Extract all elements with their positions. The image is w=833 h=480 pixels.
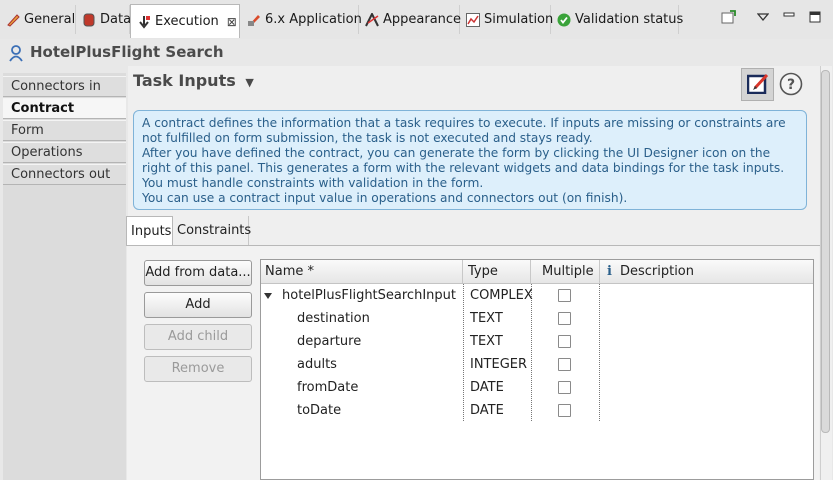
row-name[interactable]: fromDate [297,380,358,395]
nav-item-connectors-out[interactable]: Connectors out [3,164,126,185]
page-title: HotelPlusFlight Search [30,43,224,61]
multiple-checkbox[interactable] [558,404,571,417]
multiple-checkbox[interactable] [558,312,571,325]
tab-execution[interactable]: Execution ⊠ [130,4,240,38]
add-from-data-button[interactable]: Add from data... [144,260,252,286]
column-header-type[interactable]: Type [468,264,498,279]
section-heading[interactable]: Task Inputs ▼ [133,71,254,90]
info-line: right of this panel. This generates a fo… [142,161,785,175]
nav-item-operations[interactable]: Operations [3,142,126,163]
tab-inputs[interactable]: Inputs [126,216,173,245]
row-name[interactable]: toDate [297,403,341,418]
database-icon [82,13,96,27]
tab-data[interactable]: Data [76,5,132,34]
tab-label: Data [100,12,132,27]
maximize-icon[interactable] [806,8,824,26]
row-name[interactable]: departure [297,334,361,349]
info-line: A contract defines the information that … [142,116,786,130]
tab-label: Execution [155,14,219,29]
column-header-description-label: Description [619,264,694,279]
column-separator [599,260,600,283]
scrollbar-thumb[interactable] [821,70,830,433]
multiple-checkbox[interactable] [558,381,571,394]
contract-info-box: A contract defines the information that … [133,110,807,210]
user-icon [8,44,24,66]
column-header-name[interactable]: Name * [265,264,314,279]
row-name[interactable]: adults [297,357,337,372]
column-separator [462,260,463,283]
chart-icon [466,12,480,27]
tab-label: 6.x Application [265,12,362,27]
svg-text:?: ? [787,77,795,93]
nav-item-contract[interactable]: Contract [3,98,126,119]
tab-label: General [24,12,76,27]
nav-item-connectors-in[interactable]: Connectors in [3,76,126,97]
tab-label: Appearance [383,12,462,27]
pencil-icon [6,13,20,27]
row-type[interactable]: DATE [470,380,504,395]
execution-arrow-icon [137,15,151,29]
row-name[interactable]: destination [297,311,370,326]
tab-validation-status[interactable]: Validation status [551,5,683,34]
info-line: not fulfilled on form submission, the ta… [142,131,593,145]
multiple-checkbox[interactable] [558,335,571,348]
tab-general[interactable]: General [0,5,76,34]
view-menu-icon[interactable] [720,8,738,26]
minimize-icon[interactable] [780,8,798,26]
tab-appearance[interactable]: Appearance [359,5,462,34]
info-icon: i [607,264,612,279]
multiple-checkbox[interactable] [558,289,571,302]
expand-toggle-icon[interactable] [263,290,273,305]
info-line: You can use a contract input value in op… [142,191,628,205]
column-gridline [463,284,464,421]
appearance-icon [365,11,379,27]
column-gridline [531,284,532,421]
tab-label: Validation status [575,12,684,27]
close-icon[interactable]: ⊠ [227,15,237,29]
section-title: Task Inputs [133,71,236,90]
row-type[interactable]: TEXT [470,334,503,349]
remove-button[interactable]: Remove [144,356,252,382]
ui-designer-button[interactable] [741,68,774,101]
tab-constraints[interactable]: Constraints [173,216,251,245]
tab-6x-application[interactable]: 6.x Application [241,5,362,34]
info-line: You must handle constraints with validat… [142,176,484,190]
row-type[interactable]: INTEGER [470,357,527,372]
row-name[interactable]: hotelPlusFlightSearchInput [282,288,456,303]
row-type[interactable]: TEXT [470,311,503,326]
info-line: After you have defined the contract, you… [142,146,771,160]
ui-designer-icon [746,72,769,98]
column-gridline [599,284,600,421]
check-circle-icon [557,13,571,27]
chevron-down-icon: ▼ [245,76,254,89]
row-type[interactable]: COMPLEX [470,288,533,303]
add-button[interactable]: Add [144,292,252,318]
help-icon[interactable]: ? [779,72,803,96]
row-type[interactable]: DATE [470,403,504,418]
add-child-button[interactable]: Add child [144,324,252,350]
chevron-down-icon[interactable] [754,8,772,26]
tab-label: Simulation [484,12,554,27]
nav-item-form[interactable]: Form [3,120,126,141]
column-header-description[interactable]: i Description [607,264,694,279]
column-header-multiple[interactable]: Multiple [542,264,594,279]
column-separator [530,260,531,283]
application-icon [247,13,261,27]
tab-simulation[interactable]: Simulation [460,5,554,34]
table-header [261,260,813,284]
multiple-checkbox[interactable] [558,358,571,371]
